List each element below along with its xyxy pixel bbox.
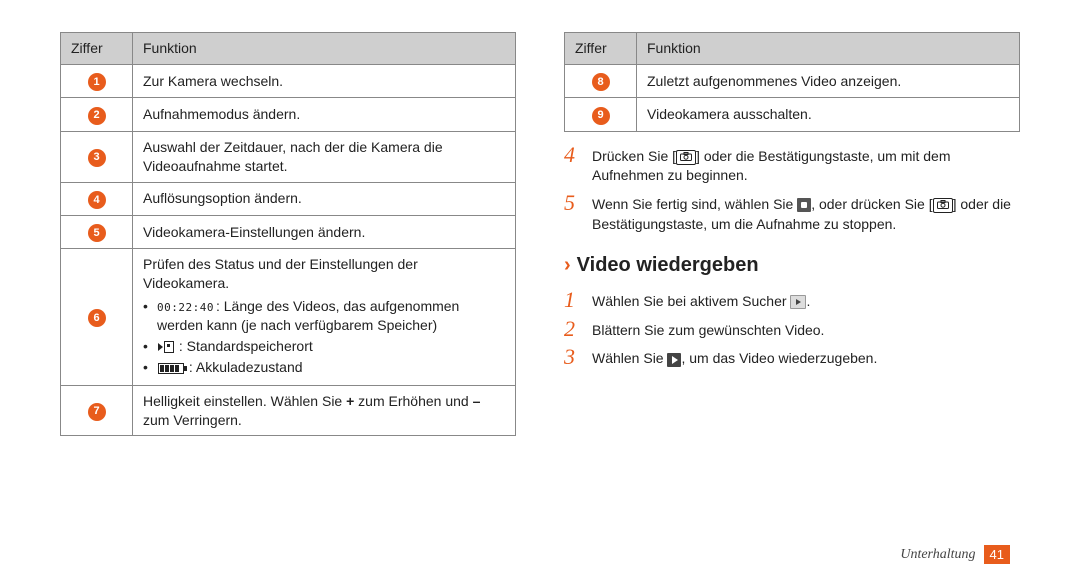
step: 4 Drücken Sie [] oder die Bestätigungsta… (564, 144, 1020, 186)
step-text: Wählen Sie , um das Video wiederzugeben. (592, 346, 877, 369)
row6-bullet: : Standardspeicherort (143, 337, 505, 356)
step: 2 Blättern Sie zum gewünschten Video. (564, 318, 1020, 341)
number-badge: 8 (592, 73, 610, 91)
timecode-icon: 00:22:40 (157, 302, 214, 313)
number-badge: 6 (88, 309, 106, 327)
section-heading: › Video wiedergeben (564, 254, 1020, 277)
function-text: Videokamera ausschalten. (637, 98, 1020, 131)
row6-bullet: : Akkuladezustand (143, 358, 505, 377)
page-footer: Unterhaltung 41 (900, 545, 1010, 564)
header-ziffer: Ziffer (565, 33, 637, 65)
stop-icon (797, 198, 811, 212)
table-row: 9 Videokamera ausschalten. (565, 98, 1020, 131)
row6-intro: Prüfen des Status und der Einstellungen … (143, 256, 418, 291)
function-text: Videokamera-Einstellungen ändern. (133, 215, 516, 248)
row6-bullet: 00:22:40: Länge des Videos, das aufgenom… (143, 297, 505, 335)
camera-icon (676, 150, 696, 165)
header-funktion: Funktion (133, 33, 516, 65)
playback-steps: 1 Wählen Sie bei aktivem Sucher . 2 Blät… (564, 289, 1020, 369)
table-row: 2 Aufnahmemodus ändern. (61, 98, 516, 131)
number-badge: 4 (88, 191, 106, 209)
storage-icon (158, 341, 174, 353)
function-table-left: Ziffer Funktion 1 Zur Kamera wechseln. 2… (60, 32, 516, 436)
finder-icon (790, 295, 806, 309)
table-row: 7 Helligkeit einstellen. Wählen Sie + zu… (61, 385, 516, 436)
chevron-icon: › (564, 254, 571, 277)
step-text: Wenn Sie fertig sind, wählen Sie , oder … (592, 192, 1020, 234)
camera-icon (933, 198, 953, 213)
table-row: 4 Auflösungsoption ändern. (61, 182, 516, 215)
number-badge: 7 (88, 403, 106, 421)
function-table-right: Ziffer Funktion 8 Zuletzt aufgenommenes … (564, 32, 1020, 132)
page-content: Ziffer Funktion 1 Zur Kamera wechseln. 2… (0, 0, 1080, 436)
number-badge: 9 (592, 107, 610, 125)
step: 1 Wählen Sie bei aktivem Sucher . (564, 289, 1020, 312)
table-row: 5 Videokamera-Einstellungen ändern. (61, 215, 516, 248)
table-row: 8 Zuletzt aufgenommenes Video anzeigen. (565, 64, 1020, 97)
number-badge: 3 (88, 149, 106, 167)
battery-icon (158, 363, 184, 374)
step-number: 5 (564, 192, 582, 234)
number-badge: 1 (88, 73, 106, 91)
function-text: Helligkeit einstellen. Wählen Sie + zum … (133, 385, 516, 436)
step: 3 Wählen Sie , um das Video wiederzugebe… (564, 346, 1020, 369)
step-number: 2 (564, 318, 582, 341)
step-number: 4 (564, 144, 582, 186)
footer-section: Unterhaltung (900, 547, 975, 563)
function-text: Aufnahmemodus ändern. (133, 98, 516, 131)
table-row: 3 Auswahl der Zeitdauer, nach der die Ka… (61, 131, 516, 182)
function-text: Zur Kamera wechseln. (133, 64, 516, 97)
table-row: 6 Prüfen des Status und der Einstellunge… (61, 249, 516, 385)
step-text: Wählen Sie bei aktivem Sucher . (592, 289, 810, 312)
step: 5 Wenn Sie fertig sind, wählen Sie , ode… (564, 192, 1020, 234)
header-funktion: Funktion (637, 33, 1020, 65)
function-text: Zuletzt aufgenommenes Video anzeigen. (637, 64, 1020, 97)
step-text: Drücken Sie [] oder die Bestätigungstast… (592, 144, 1020, 186)
step-text: Blättern Sie zum gewünschten Video. (592, 318, 824, 341)
number-badge: 5 (88, 224, 106, 242)
header-ziffer: Ziffer (61, 33, 133, 65)
table-header-row: Ziffer Funktion (565, 33, 1020, 65)
table-row: 1 Zur Kamera wechseln. (61, 64, 516, 97)
number-badge: 2 (88, 107, 106, 125)
left-column: Ziffer Funktion 1 Zur Kamera wechseln. 2… (60, 32, 516, 436)
page-number: 41 (984, 545, 1010, 564)
step-number: 3 (564, 346, 582, 369)
record-steps: 4 Drücken Sie [] oder die Bestätigungsta… (564, 144, 1020, 234)
function-text: Auflösungsoption ändern. (133, 182, 516, 215)
table-header-row: Ziffer Funktion (61, 33, 516, 65)
step-number: 1 (564, 289, 582, 312)
play-icon (667, 353, 681, 367)
function-text: Prüfen des Status und der Einstellungen … (133, 249, 516, 385)
right-column: Ziffer Funktion 8 Zuletzt aufgenommenes … (564, 32, 1020, 436)
function-text: Auswahl der Zeitdauer, nach der die Kame… (133, 131, 516, 182)
